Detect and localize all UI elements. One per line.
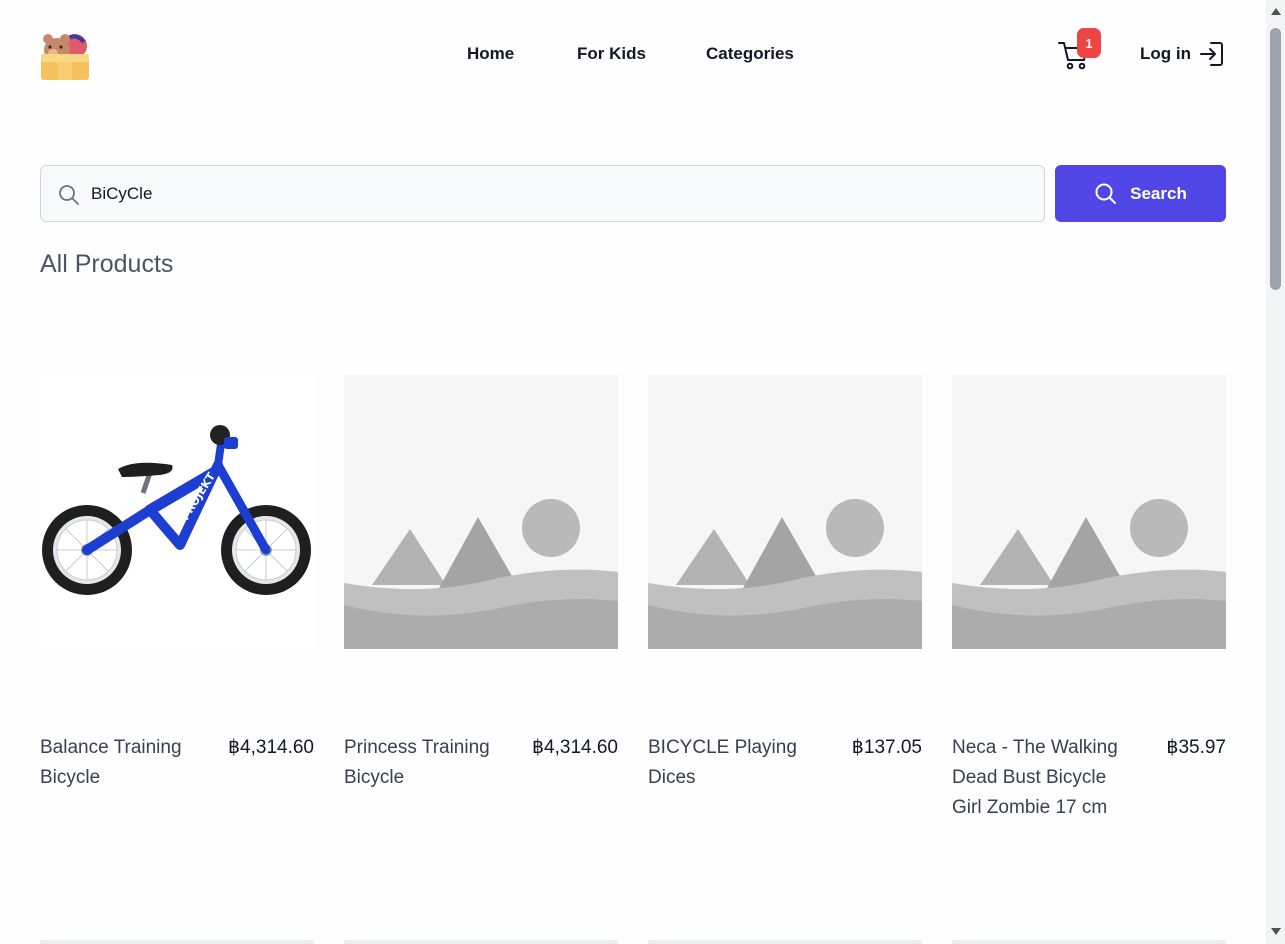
- product-image: PROJEKT: [40, 375, 314, 649]
- scroll-up-arrow-icon[interactable]: [1271, 8, 1281, 15]
- search-button-icon: [1095, 183, 1117, 204]
- product-price: ฿35.97: [1166, 737, 1226, 758]
- search-input[interactable]: [91, 166, 1031, 221]
- nav-home-link[interactable]: Home: [467, 44, 514, 64]
- product-name[interactable]: BICYCLE Playing Dices: [648, 733, 818, 793]
- product-meta: BICYCLE Playing Dices ฿137.05: [648, 733, 922, 793]
- product-meta: Princess Training Bicycle ฿4,314.60: [344, 733, 618, 793]
- product-card[interactable]: Princess Training Bicycle ฿4,314.60: [344, 375, 618, 788]
- nav-for-kids-link[interactable]: For Kids: [577, 44, 646, 64]
- balance-bike-image-icon: PROJEKT: [40, 375, 314, 649]
- product-card-next-row: [648, 940, 922, 944]
- cart-count-badge: 1: [1077, 28, 1101, 58]
- scroll-down-arrow-icon[interactable]: [1271, 928, 1281, 935]
- page: Home For Kids Categories 1 Log in BiCyCl…: [0, 0, 1266, 944]
- image-placeholder-icon: [648, 375, 922, 649]
- login-label: Log in: [1140, 44, 1191, 63]
- nav-categories-link[interactable]: Categories: [706, 44, 794, 64]
- product-card[interactable]: PROJEKT Balance Training Bicycle ฿4,314.…: [40, 375, 314, 788]
- product-image: [648, 375, 922, 649]
- product-card[interactable]: Neca - The Walking Dead Bust Bicycle Gir…: [952, 375, 1226, 818]
- product-card-next-row: [952, 940, 1226, 944]
- product-card[interactable]: BICYCLE Playing Dices ฿137.05: [648, 375, 922, 788]
- product-image: [344, 375, 618, 649]
- product-meta: Balance Training Bicycle ฿4,314.60: [40, 733, 314, 793]
- search-button[interactable]: Search: [1055, 165, 1226, 222]
- product-price: ฿4,314.60: [531, 737, 618, 758]
- search-field[interactable]: [40, 165, 1045, 222]
- product-price: ฿4,314.60: [227, 737, 314, 758]
- section-title: All Products: [40, 250, 174, 278]
- product-card-next-row: [344, 940, 618, 944]
- image-placeholder-icon: [344, 375, 618, 649]
- image-placeholder-icon: [952, 375, 1226, 649]
- product-image: [952, 375, 1226, 649]
- product-meta: Neca - The Walking Dead Bust Bicycle Gir…: [952, 733, 1226, 823]
- product-price: ฿137.05: [851, 737, 922, 758]
- search-button-label: Search: [1130, 183, 1187, 203]
- page-scrollbar[interactable]: [1266, 0, 1285, 944]
- product-name[interactable]: Princess Training Bicycle: [344, 733, 514, 793]
- product-name[interactable]: Balance Training Bicycle: [40, 733, 210, 793]
- search-icon: [58, 184, 80, 211]
- login-button[interactable]: Log in: [1140, 40, 1225, 68]
- product-name[interactable]: Neca - The Walking Dead Bust Bicycle Gir…: [952, 733, 1122, 823]
- product-card-next-row: [40, 940, 314, 944]
- login-icon: [1199, 42, 1223, 66]
- scrollbar-thumb[interactable]: [1270, 28, 1281, 290]
